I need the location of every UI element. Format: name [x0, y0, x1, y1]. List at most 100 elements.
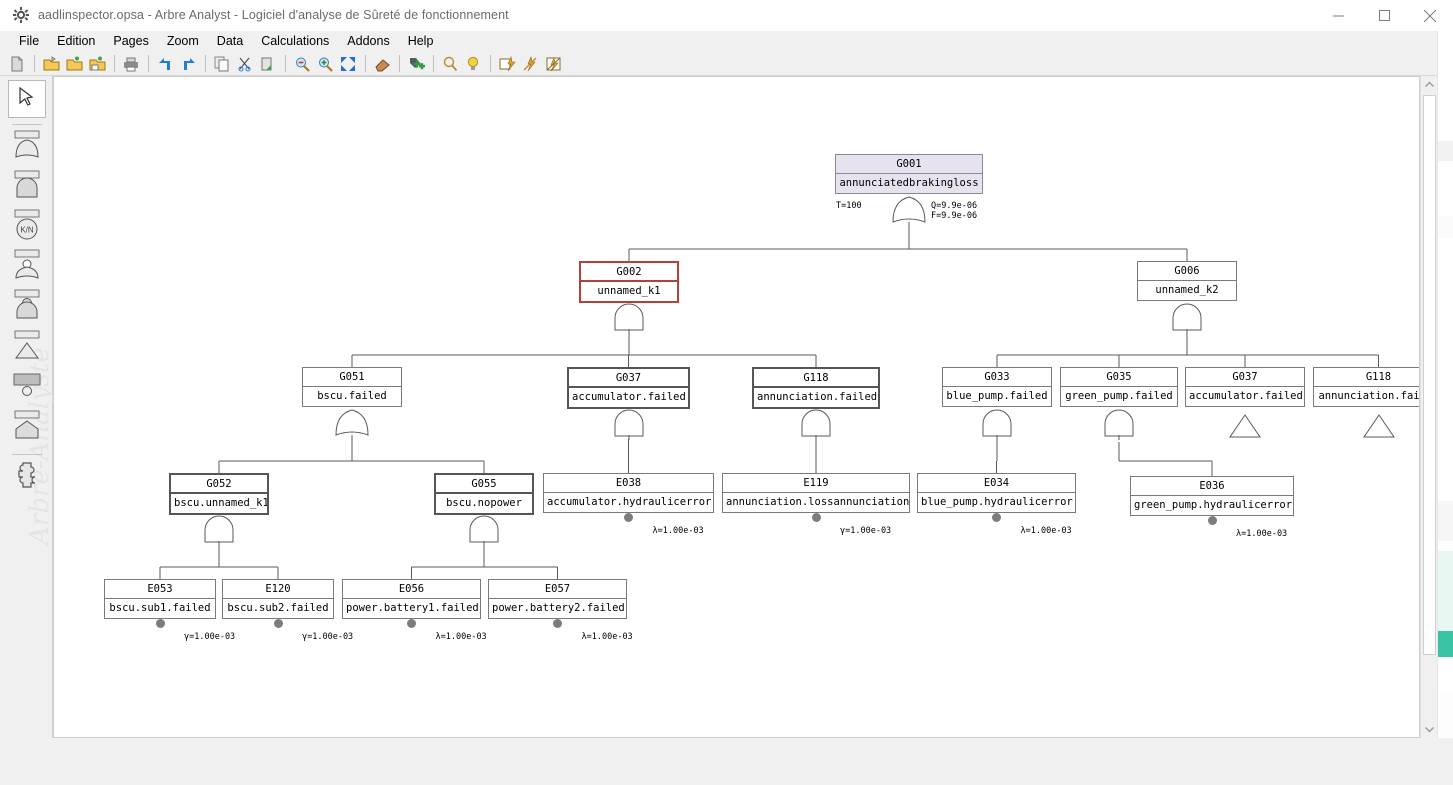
tree-node-g002-1[interactable]: G002 unnamed_k1 — [579, 261, 679, 303]
or-gate-symbol — [335, 409, 369, 440]
menu-item-pages[interactable]: Pages — [104, 32, 157, 50]
application-window: aadlinspector.opsa - Arbre Analyst - Log… — [0, 0, 1453, 785]
compute-bolt-icon[interactable] — [519, 53, 541, 75]
select-cursor-tool[interactable] — [8, 80, 46, 118]
compute-page-icon[interactable] — [496, 53, 518, 75]
menu-item-data[interactable]: Data — [208, 32, 252, 50]
tree-node-g037-8[interactable]: G037 accumulator.failed — [1185, 367, 1305, 407]
fault-tree-canvas[interactable]: G001 annunciatedbrakingloss T=100 Q=9.9e-06… — [53, 76, 1420, 738]
node-id-label: G051 — [303, 368, 401, 387]
zoom-in-icon[interactable] — [314, 53, 336, 75]
basic-event-parameter: λ=1.00e-03 — [1020, 526, 1072, 536]
house-event-icon — [12, 409, 42, 446]
menu-item-calculations[interactable]: Calculations — [252, 32, 338, 50]
node-id-label: E053 — [105, 580, 215, 599]
or-gate-event-tool[interactable] — [8, 248, 46, 286]
tree-node-g118-5[interactable]: G118 annunciation.failed — [752, 367, 880, 409]
search-icon[interactable] — [439, 53, 461, 75]
tree-node-e036-15[interactable]: E036 green_pump.hydraulicerror — [1130, 476, 1294, 516]
svg-text:K/N: K/N — [20, 225, 34, 234]
cut-scissors-icon[interactable] — [234, 53, 256, 75]
scroll-up-icon[interactable] — [1421, 76, 1438, 93]
scroll-down-icon[interactable] — [1421, 721, 1438, 738]
kn-gate-icon: K/N — [12, 209, 42, 246]
basic-event-tool[interactable] — [8, 368, 46, 406]
tree-node-e038-12[interactable]: E038 accumulator.hydraulicerror — [543, 473, 714, 513]
and-gate-event-tool[interactable] — [8, 288, 46, 326]
copy-icon[interactable] — [211, 53, 233, 75]
toolbar-separator — [490, 55, 491, 72]
tree-node-g006-2[interactable]: G006 unnamed_k2 — [1137, 261, 1237, 301]
lightbulb-icon[interactable] — [462, 53, 484, 75]
node-description-label: annunciation.lossannunciation — [726, 496, 909, 508]
node-id-label: E036 — [1131, 477, 1293, 496]
and-gate-symbol — [982, 409, 1012, 440]
and-gate-icon — [12, 169, 42, 206]
menu-item-zoom[interactable]: Zoom — [158, 32, 208, 50]
transfer-gate-tool[interactable] — [8, 328, 46, 366]
addon-puzzle-tool[interactable] — [8, 458, 46, 496]
tree-node-e056-18[interactable]: E056 power.battery1.failed — [342, 579, 481, 619]
undo-arrow-icon[interactable] — [154, 53, 176, 75]
tree-node-e057-19[interactable]: E057 power.battery2.failed — [488, 579, 627, 619]
canvas-vertical-scrollbar[interactable] — [1420, 76, 1437, 738]
zoom-out-icon[interactable] — [291, 53, 313, 75]
paste-icon[interactable] — [257, 53, 279, 75]
node-id-label: G035 — [1061, 368, 1177, 387]
toolbar-separator — [285, 55, 286, 72]
node-description-label: accumulator.hydraulicerror — [547, 496, 712, 508]
open-folder-icon[interactable] — [40, 53, 62, 75]
basic-event-parameter: γ=1.00e-03 — [184, 632, 236, 642]
print-icon[interactable] — [120, 53, 142, 75]
node-description-label: bscu.failed — [317, 390, 387, 402]
redo-arrow-icon[interactable] — [177, 53, 199, 75]
node-description-label: accumulator.failed — [1189, 390, 1303, 402]
house-event-tool[interactable] — [8, 408, 46, 446]
compute-all-icon[interactable] — [542, 53, 564, 75]
tree-node-g037-4[interactable]: G037 accumulator.failed — [567, 367, 690, 409]
scrollbar-thumb[interactable] — [1423, 95, 1436, 655]
save-as-folder-icon[interactable] — [86, 53, 108, 75]
close-button[interactable] — [1407, 0, 1453, 31]
background-window-edge — [1437, 31, 1453, 785]
node-description-label: annunciatedbrakingloss — [836, 174, 982, 193]
tree-node-e120-17[interactable]: E120 bscu.sub2.failed — [222, 579, 334, 619]
tree-node-g055-11[interactable]: G055 bscu.nopower — [434, 473, 534, 515]
tree-node-g052-10[interactable]: G052 bscu.unnamed_k1 — [169, 473, 269, 515]
tree-node-g001-0[interactable]: G001 annunciatedbrakingloss — [835, 154, 983, 194]
toolbar-separator — [205, 55, 206, 72]
and-gate-circle-icon — [12, 289, 42, 326]
node-id-label: G118 — [754, 369, 878, 388]
menu-item-help[interactable]: Help — [399, 32, 443, 50]
kn-gate-tool[interactable]: K/N — [8, 208, 46, 246]
menu-item-file[interactable]: File — [10, 32, 48, 50]
menu-item-addons[interactable]: Addons — [338, 32, 398, 50]
minimize-button[interactable] — [1315, 0, 1361, 31]
node-description-label: green_pump.hydraulicerror — [1134, 499, 1293, 511]
tree-node-g033-6[interactable]: G033 blue_pump.failed — [942, 367, 1052, 407]
maximize-button[interactable] — [1361, 0, 1407, 31]
zoom-fit-icon[interactable] — [337, 53, 359, 75]
new-document-icon[interactable] — [6, 53, 28, 75]
basic-event-parameter: λ=1.00e-03 — [435, 632, 487, 642]
tree-node-g051-3[interactable]: G051 bscu.failed — [302, 367, 402, 407]
title-bar: aadlinspector.opsa - Arbre Analyst - Log… — [0, 0, 1453, 31]
tree-node-g118-9[interactable]: G118 annunciation.failed — [1313, 367, 1419, 407]
node-id-label: G037 — [569, 369, 688, 388]
tree-node-e034-14[interactable]: E034 blue_pump.hydraulicerror — [917, 473, 1076, 513]
basic-event-dot-icon — [1207, 516, 1217, 525]
tree-node-e119-13[interactable]: E119 annunciation.lossannunciation — [722, 473, 910, 513]
and-gate-tool[interactable] — [8, 168, 46, 206]
tree-node-g035-7[interactable]: G035 green_pump.failed — [1060, 367, 1178, 407]
save-folder-icon[interactable] — [63, 53, 85, 75]
and-gate-symbol — [1172, 303, 1202, 334]
tree-node-e053-16[interactable]: E053 bscu.sub1.failed — [104, 579, 216, 619]
or-gate-tool[interactable] — [8, 128, 46, 166]
basic-event-parameter: λ=1.00e-03 — [1236, 529, 1288, 539]
basic-event-dot-icon — [992, 513, 1001, 522]
node-id-label: E034 — [918, 474, 1075, 493]
node-id-label: G002 — [581, 263, 677, 282]
eraser-icon[interactable] — [371, 53, 393, 75]
menu-item-edition[interactable]: Edition — [48, 32, 104, 50]
add-tag-icon[interactable] — [405, 53, 427, 75]
